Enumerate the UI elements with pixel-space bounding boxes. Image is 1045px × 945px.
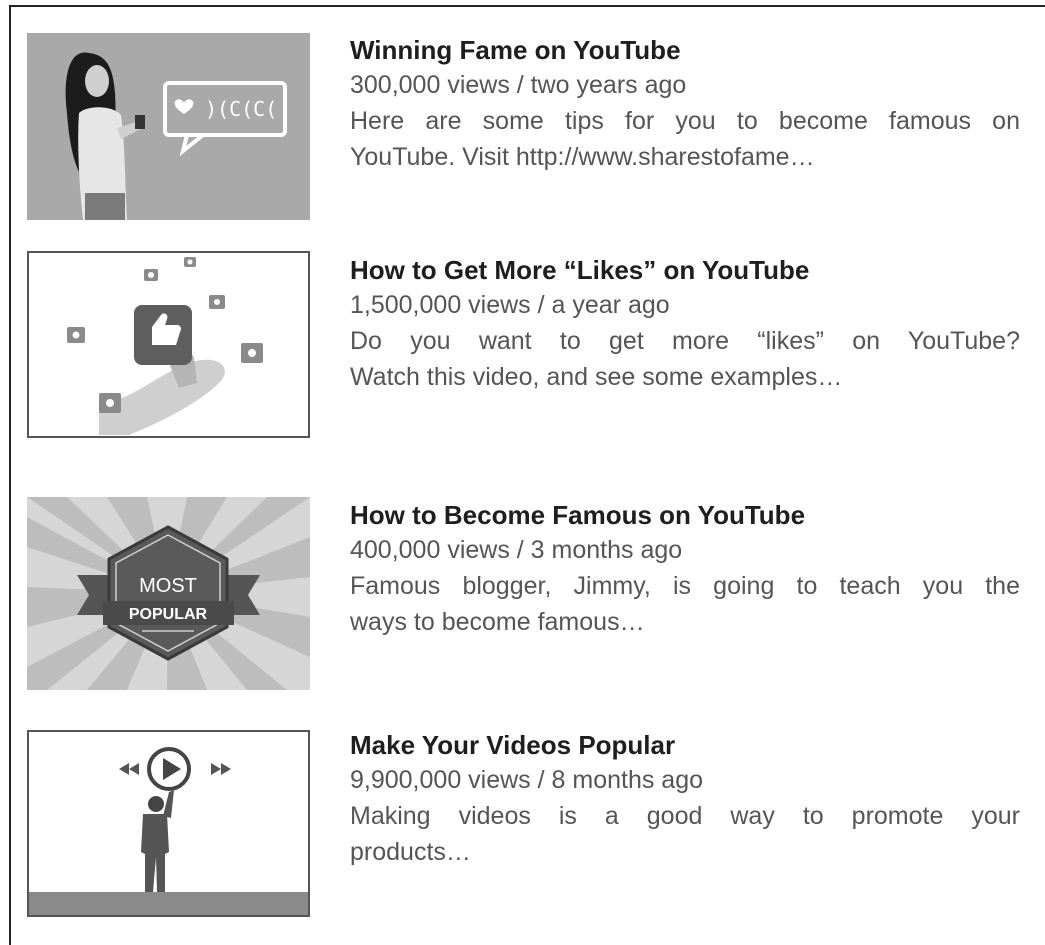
badge-text-most: MOST <box>139 575 197 597</box>
woman-heart-illustration-icon: )(C(C( <box>27 33 310 220</box>
video-info: How to Become Famous on YouTube 400,000 … <box>350 498 1020 640</box>
video-meta: 9,900,000 views / 8 months ago <box>350 766 704 794</box>
video-description: Here are some tips for you to become fam… <box>350 103 1020 175</box>
description-line: products… <box>350 838 471 866</box>
video-description: Famous blogger, Jimmy, is going to teach… <box>350 568 1020 640</box>
video-info: Winning Fame on YouTube 300,000 views / … <box>350 33 1020 175</box>
video-title[interactable]: Make Your Videos Popular <box>350 728 1020 762</box>
video-thumbnail[interactable] <box>27 251 310 438</box>
description-line: Do you want to get more “likes” on YouTu… <box>350 327 1020 355</box>
video-info: How to Get More “Likes” on YouTube 1,500… <box>350 253 1020 395</box>
description-line: Watch this video, and see some examples… <box>350 363 843 391</box>
thumbs-up-hand-icon <box>29 253 308 436</box>
badge-text-popular: POPULAR <box>129 606 208 623</box>
video-thumbnail[interactable]: MOST POPULAR <box>27 497 310 690</box>
description-line: YouTube. Visit http://www.sharestofame… <box>350 143 815 171</box>
video-description: Do you want to get more “likes” on YouTu… <box>350 323 1020 395</box>
video-thumbnail[interactable]: )(C(C( <box>27 33 310 220</box>
video-thumbnail[interactable] <box>27 730 310 917</box>
video-meta: 300,000 views / two years ago <box>350 71 687 99</box>
svg-text:)(C(C(: )(C(C( <box>205 97 277 121</box>
play-button-man-icon <box>29 732 308 915</box>
video-title[interactable]: How to Get More “Likes” on YouTube <box>350 253 1020 287</box>
most-popular-badge-icon: MOST POPULAR <box>27 497 310 690</box>
video-info: Make Your Videos Popular 9,900,000 views… <box>350 728 1020 870</box>
video-meta: 1,500,000 views / a year ago <box>350 291 670 319</box>
description-line: Here are some tips for you to become fam… <box>350 107 1020 135</box>
video-description: Making videos is a good way to promote y… <box>350 798 1020 870</box>
video-title[interactable]: How to Become Famous on YouTube <box>350 498 1020 532</box>
description-line: ways to become famous… <box>350 608 645 636</box>
description-line: Making videos is a good way to promote y… <box>350 802 1020 830</box>
video-meta: 400,000 views / 3 months ago <box>350 536 683 564</box>
video-title[interactable]: Winning Fame on YouTube <box>350 33 1020 67</box>
description-line: Famous blogger, Jimmy, is going to teach… <box>350 572 1020 600</box>
